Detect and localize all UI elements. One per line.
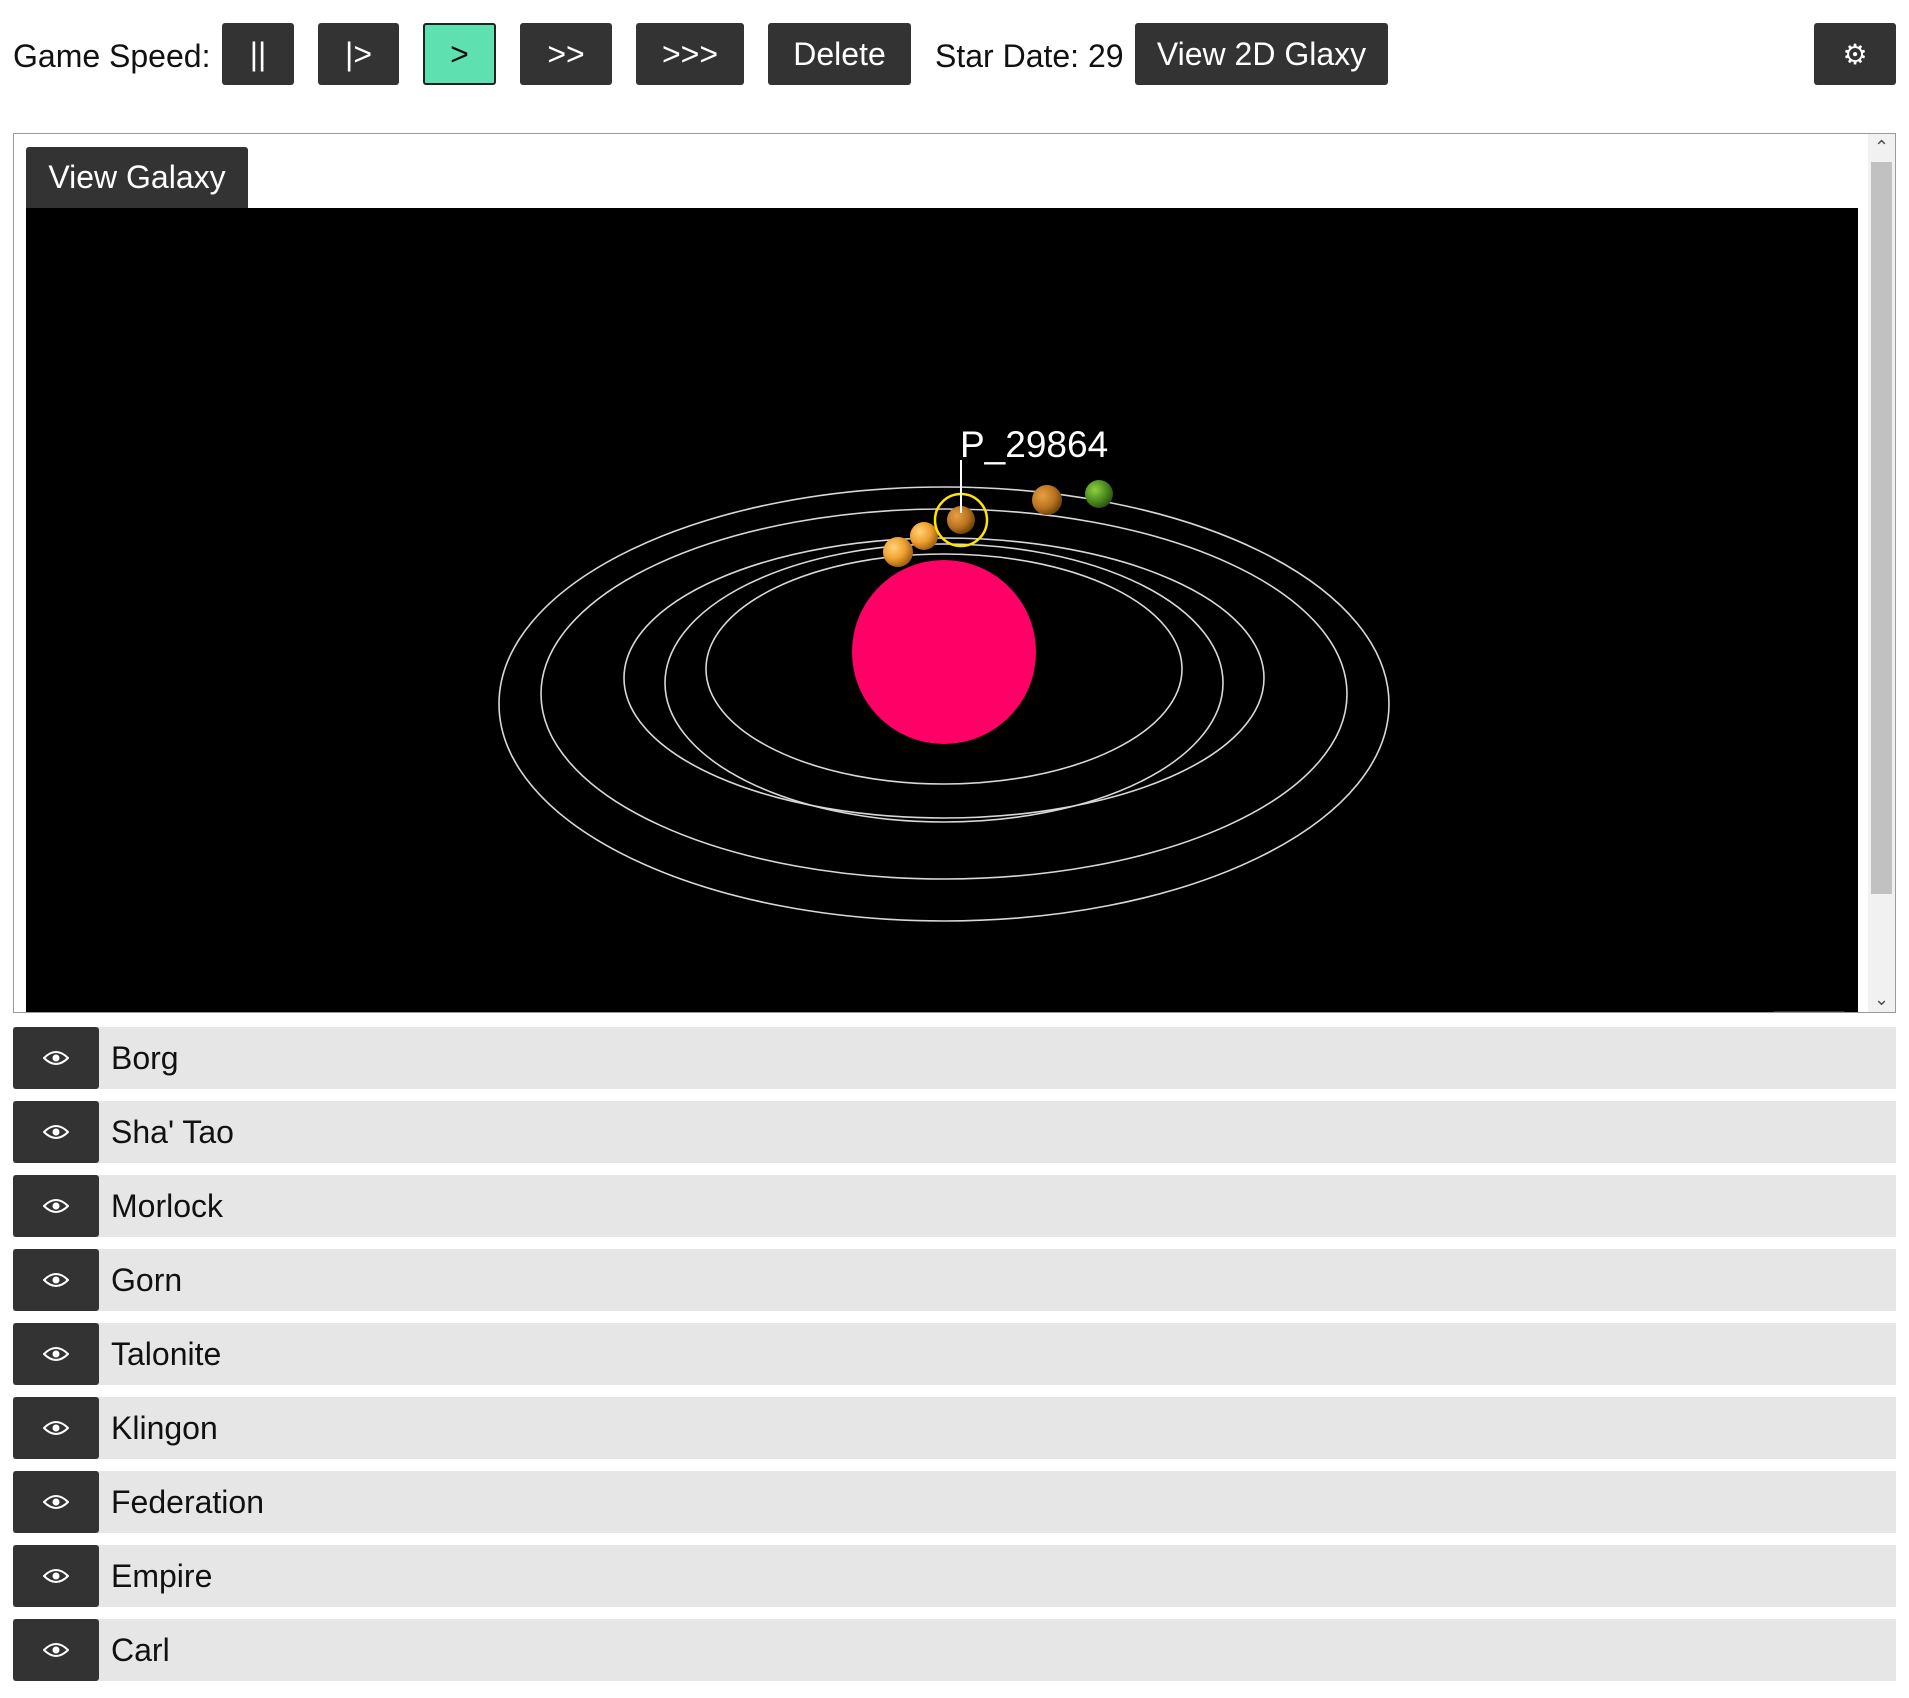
eye-icon bbox=[43, 1347, 69, 1361]
toggle-visibility-button[interactable] bbox=[13, 1619, 99, 1681]
planet-orange[interactable] bbox=[883, 537, 913, 567]
toggle-visibility-button[interactable] bbox=[13, 1101, 99, 1163]
eye-icon bbox=[43, 1199, 69, 1213]
planet-green[interactable] bbox=[1085, 480, 1113, 508]
eye-icon bbox=[43, 1051, 69, 1065]
gear-icon: ⚙ bbox=[1842, 38, 1868, 70]
faction-row[interactable]: Federation bbox=[13, 1471, 1896, 1533]
faction-row[interactable]: Borg bbox=[13, 1027, 1896, 1089]
faction-name: Carl bbox=[111, 1632, 170, 1668]
star-sun[interactable] bbox=[852, 560, 1036, 744]
faction-name: Empire bbox=[111, 1558, 213, 1594]
faction-name: Gorn bbox=[111, 1262, 183, 1298]
eye-icon bbox=[43, 1421, 69, 1435]
faction-row[interactable]: Carl bbox=[13, 1619, 1896, 1681]
game-speed-label: Game Speed: bbox=[13, 38, 211, 74]
toggle-visibility-button[interactable] bbox=[13, 1027, 99, 1089]
faction-name: Borg bbox=[111, 1040, 179, 1076]
play-speed-1-button[interactable]: > bbox=[423, 23, 496, 85]
scroll-down-arrow[interactable]: ⌄ bbox=[1868, 986, 1895, 1012]
toggle-visibility-button[interactable] bbox=[13, 1175, 99, 1237]
faction-row[interactable]: Sha' Tao bbox=[13, 1101, 1896, 1163]
toggle-visibility-button[interactable] bbox=[13, 1545, 99, 1607]
planet-orange[interactable] bbox=[910, 522, 938, 550]
system-viewer: View Galaxy P_29864 ⌃ ⌄ bbox=[13, 133, 1896, 1013]
faction-name: Sha' Tao bbox=[111, 1114, 234, 1150]
viewer-scrollbar[interactable]: ⌃ ⌄ bbox=[1868, 134, 1895, 1012]
eye-icon bbox=[43, 1273, 69, 1287]
scroll-up-arrow[interactable]: ⌃ bbox=[1868, 134, 1895, 160]
eye-icon bbox=[43, 1643, 69, 1657]
faction-row[interactable]: Klingon bbox=[13, 1397, 1896, 1459]
system-canvas[interactable]: P_29864 + bbox=[26, 208, 1858, 1012]
toggle-visibility-button[interactable] bbox=[13, 1323, 99, 1385]
faction-name: Talonite bbox=[111, 1336, 222, 1372]
toggle-visibility-button[interactable] bbox=[13, 1397, 99, 1459]
selected-planet-label: P_29864 bbox=[960, 424, 1108, 465]
toolbar: Game Speed: || |> > >> >>> Delete Star D… bbox=[0, 0, 1909, 110]
play-speed-3-button[interactable]: >>> bbox=[636, 23, 744, 85]
faction-row[interactable]: Empire bbox=[13, 1545, 1896, 1607]
pause-button[interactable]: || bbox=[222, 23, 294, 85]
toggle-visibility-button[interactable] bbox=[13, 1249, 99, 1311]
step-button[interactable]: |> bbox=[318, 23, 399, 85]
scroll-thumb[interactable] bbox=[1871, 162, 1892, 894]
eye-icon bbox=[43, 1495, 69, 1509]
faction-name: Federation bbox=[111, 1484, 264, 1520]
view-2d-galaxy-button[interactable]: View 2D Glaxy bbox=[1135, 23, 1388, 85]
faction-list: Borg Sha' Tao Morlock Gorn Talonite Klin… bbox=[13, 1027, 1896, 1693]
delete-button[interactable]: Delete bbox=[768, 23, 911, 85]
toggle-visibility-button[interactable] bbox=[13, 1471, 99, 1533]
view-galaxy-button[interactable]: View Galaxy bbox=[26, 147, 248, 208]
faction-row[interactable]: Talonite bbox=[13, 1323, 1896, 1385]
star-date: Star Date: 29 bbox=[935, 38, 1124, 74]
faction-row[interactable]: Morlock bbox=[13, 1175, 1896, 1237]
settings-button[interactable]: ⚙ bbox=[1814, 23, 1896, 85]
faction-name: Morlock bbox=[111, 1188, 224, 1224]
play-speed-2-button[interactable]: >> bbox=[520, 23, 612, 85]
eye-icon bbox=[43, 1569, 69, 1583]
faction-name: Klingon bbox=[111, 1410, 218, 1446]
zoom-in-button[interactable]: + bbox=[1772, 1011, 1846, 1012]
planet-brown[interactable] bbox=[1032, 485, 1062, 515]
faction-row[interactable]: Gorn bbox=[13, 1249, 1896, 1311]
eye-icon bbox=[43, 1125, 69, 1139]
